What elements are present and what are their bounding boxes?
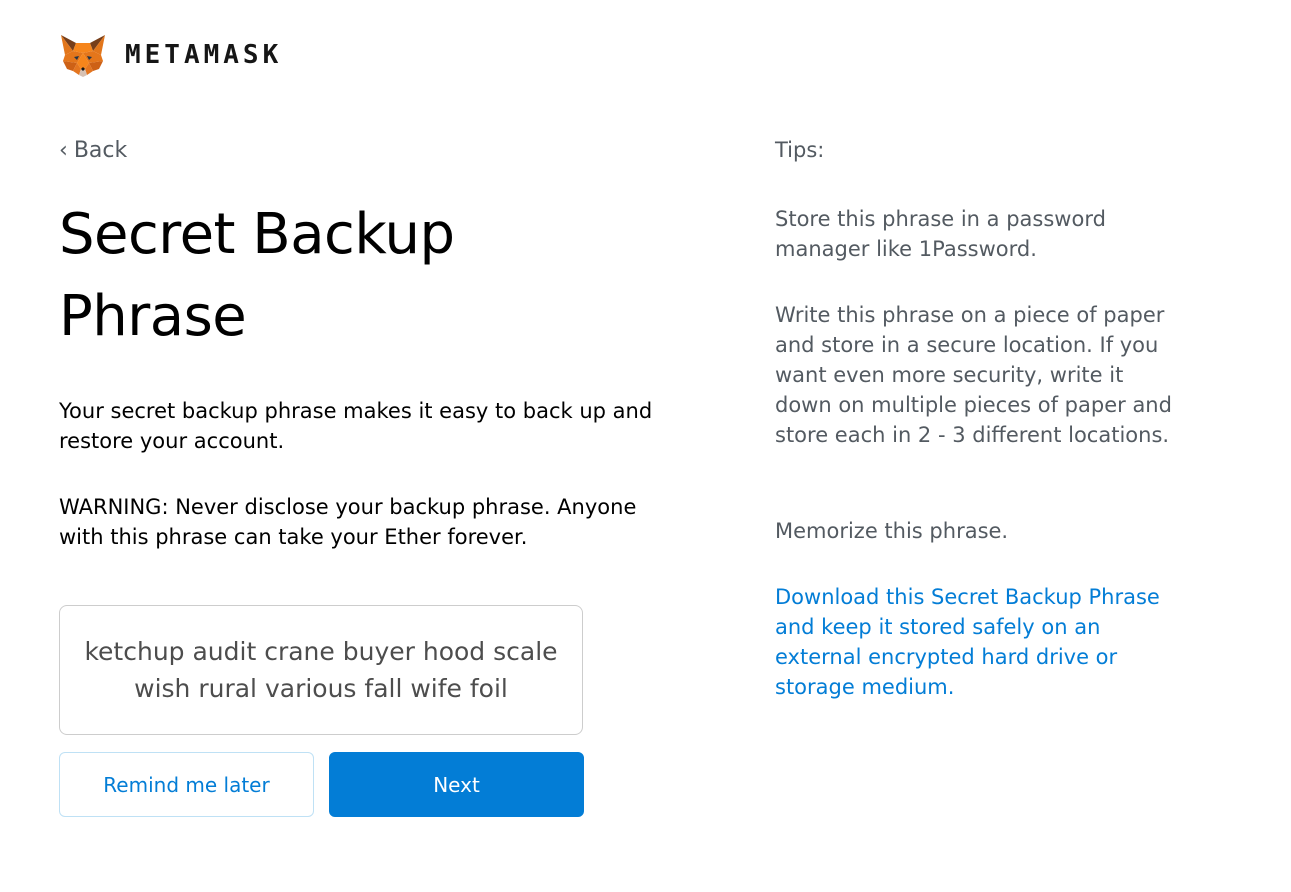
tips-heading: Tips: [775, 138, 825, 162]
metamask-wordmark: METAMASK [125, 40, 283, 70]
download-phrase-link[interactable]: Download this Secret Backup Phrase and k… [775, 582, 1185, 702]
back-label: Back [73, 138, 128, 163]
tip-password-manager: Store this phrase in a password manager … [775, 207, 1106, 261]
metamask-fox-icon [61, 35, 105, 77]
metamask-logo: METAMASK [59, 31, 282, 79]
page-title: Secret Backup Phrase [59, 202, 455, 349]
tip-memorize: Memorize this phrase. [775, 519, 1009, 543]
remind-me-later-button[interactable]: Remind me later [59, 752, 314, 817]
description-text: Your secret backup phrase makes it easy … [59, 399, 653, 453]
chevron-left-icon: ‹ [59, 138, 68, 163]
secret-phrase-text: ketchup audit crane buyer hood scale wis… [84, 637, 558, 703]
tip-write-on-paper: Write this phrase on a piece of paper an… [775, 303, 1172, 447]
next-button[interactable]: Next [329, 752, 584, 817]
warning-text: WARNING: Never disclose your backup phra… [59, 495, 637, 549]
secret-phrase-box: ketchup audit crane buyer hood scale wis… [59, 605, 583, 735]
back-button[interactable]: ‹ Back [59, 138, 127, 163]
